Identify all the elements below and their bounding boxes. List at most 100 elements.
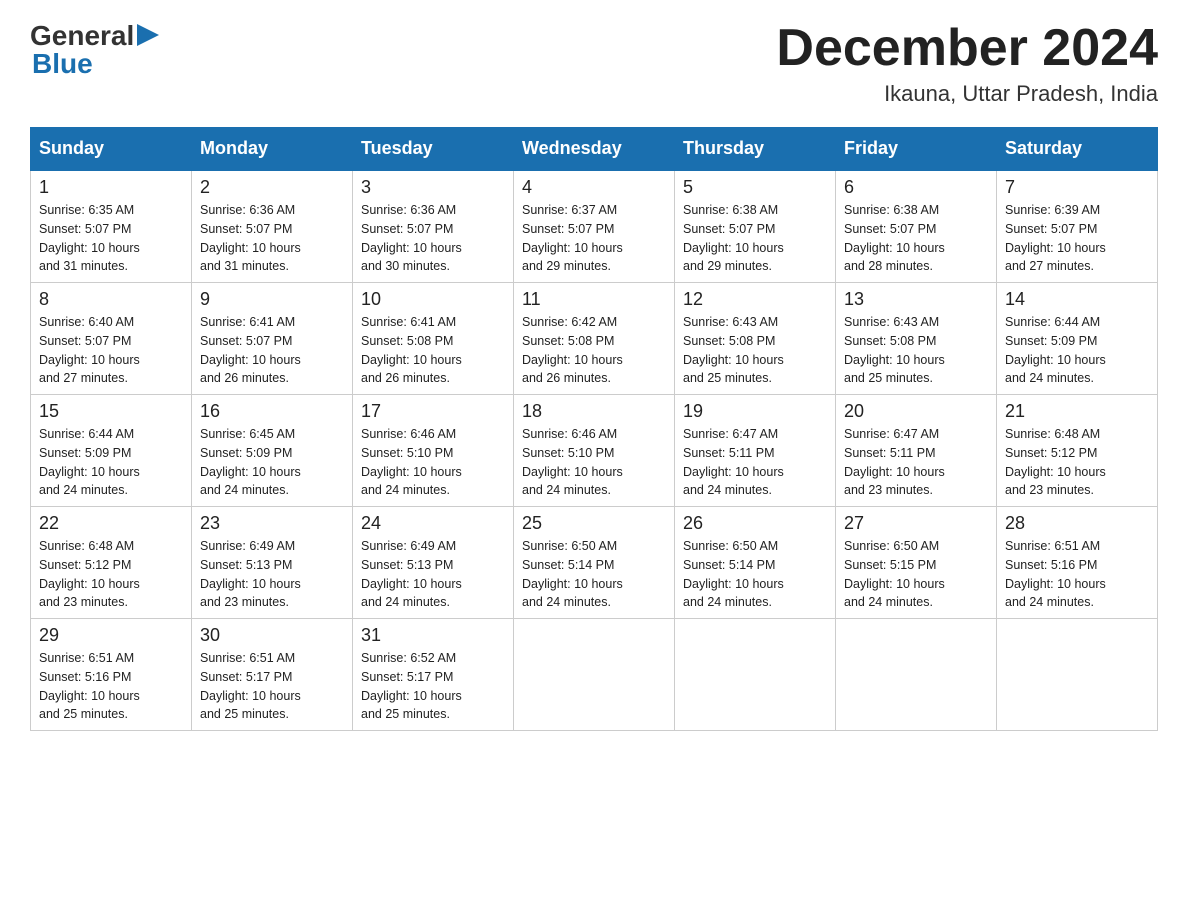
day-number: 17 xyxy=(361,401,505,422)
day-number: 4 xyxy=(522,177,666,198)
day-number: 7 xyxy=(1005,177,1149,198)
day-info: Sunrise: 6:49 AM Sunset: 5:13 PM Dayligh… xyxy=(200,537,344,612)
day-info: Sunrise: 6:38 AM Sunset: 5:07 PM Dayligh… xyxy=(683,201,827,276)
month-title: December 2024 xyxy=(776,20,1158,77)
day-number: 5 xyxy=(683,177,827,198)
calendar-cell: 12 Sunrise: 6:43 AM Sunset: 5:08 PM Dayl… xyxy=(675,283,836,395)
day-info: Sunrise: 6:50 AM Sunset: 5:14 PM Dayligh… xyxy=(683,537,827,612)
calendar-cell: 21 Sunrise: 6:48 AM Sunset: 5:12 PM Dayl… xyxy=(997,395,1158,507)
day-header-saturday: Saturday xyxy=(997,128,1158,171)
day-info: Sunrise: 6:50 AM Sunset: 5:14 PM Dayligh… xyxy=(522,537,666,612)
calendar-cell: 4 Sunrise: 6:37 AM Sunset: 5:07 PM Dayli… xyxy=(514,170,675,283)
day-info: Sunrise: 6:40 AM Sunset: 5:07 PM Dayligh… xyxy=(39,313,183,388)
calendar-cell: 3 Sunrise: 6:36 AM Sunset: 5:07 PM Dayli… xyxy=(353,170,514,283)
day-info: Sunrise: 6:51 AM Sunset: 5:16 PM Dayligh… xyxy=(39,649,183,724)
title-section: December 2024 Ikauna, Uttar Pradesh, Ind… xyxy=(776,20,1158,107)
page-header: General Blue December 2024 Ikauna, Uttar… xyxy=(30,20,1158,107)
calendar-cell: 31 Sunrise: 6:52 AM Sunset: 5:17 PM Dayl… xyxy=(353,619,514,731)
calendar-table: SundayMondayTuesdayWednesdayThursdayFrid… xyxy=(30,127,1158,731)
logo: General Blue xyxy=(30,20,159,80)
day-number: 20 xyxy=(844,401,988,422)
day-number: 11 xyxy=(522,289,666,310)
day-info: Sunrise: 6:48 AM Sunset: 5:12 PM Dayligh… xyxy=(1005,425,1149,500)
day-number: 9 xyxy=(200,289,344,310)
day-info: Sunrise: 6:35 AM Sunset: 5:07 PM Dayligh… xyxy=(39,201,183,276)
calendar-cell: 11 Sunrise: 6:42 AM Sunset: 5:08 PM Dayl… xyxy=(514,283,675,395)
day-header-sunday: Sunday xyxy=(31,128,192,171)
day-info: Sunrise: 6:51 AM Sunset: 5:17 PM Dayligh… xyxy=(200,649,344,724)
calendar-cell: 18 Sunrise: 6:46 AM Sunset: 5:10 PM Dayl… xyxy=(514,395,675,507)
logo-blue-text: Blue xyxy=(32,48,93,80)
day-number: 6 xyxy=(844,177,988,198)
day-number: 29 xyxy=(39,625,183,646)
day-number: 19 xyxy=(683,401,827,422)
day-info: Sunrise: 6:44 AM Sunset: 5:09 PM Dayligh… xyxy=(39,425,183,500)
day-number: 27 xyxy=(844,513,988,534)
calendar-cell: 6 Sunrise: 6:38 AM Sunset: 5:07 PM Dayli… xyxy=(836,170,997,283)
day-info: Sunrise: 6:37 AM Sunset: 5:07 PM Dayligh… xyxy=(522,201,666,276)
calendar-cell xyxy=(514,619,675,731)
day-info: Sunrise: 6:47 AM Sunset: 5:11 PM Dayligh… xyxy=(844,425,988,500)
calendar-cell: 25 Sunrise: 6:50 AM Sunset: 5:14 PM Dayl… xyxy=(514,507,675,619)
day-number: 1 xyxy=(39,177,183,198)
calendar-header-row: SundayMondayTuesdayWednesdayThursdayFrid… xyxy=(31,128,1158,171)
day-info: Sunrise: 6:36 AM Sunset: 5:07 PM Dayligh… xyxy=(200,201,344,276)
calendar-cell: 2 Sunrise: 6:36 AM Sunset: 5:07 PM Dayli… xyxy=(192,170,353,283)
calendar-week-3: 15 Sunrise: 6:44 AM Sunset: 5:09 PM Dayl… xyxy=(31,395,1158,507)
day-info: Sunrise: 6:43 AM Sunset: 5:08 PM Dayligh… xyxy=(683,313,827,388)
day-header-thursday: Thursday xyxy=(675,128,836,171)
calendar-cell: 17 Sunrise: 6:46 AM Sunset: 5:10 PM Dayl… xyxy=(353,395,514,507)
calendar-cell: 15 Sunrise: 6:44 AM Sunset: 5:09 PM Dayl… xyxy=(31,395,192,507)
calendar-cell: 13 Sunrise: 6:43 AM Sunset: 5:08 PM Dayl… xyxy=(836,283,997,395)
day-number: 24 xyxy=(361,513,505,534)
calendar-week-1: 1 Sunrise: 6:35 AM Sunset: 5:07 PM Dayli… xyxy=(31,170,1158,283)
day-info: Sunrise: 6:41 AM Sunset: 5:07 PM Dayligh… xyxy=(200,313,344,388)
calendar-cell: 9 Sunrise: 6:41 AM Sunset: 5:07 PM Dayli… xyxy=(192,283,353,395)
calendar-cell: 19 Sunrise: 6:47 AM Sunset: 5:11 PM Dayl… xyxy=(675,395,836,507)
day-header-wednesday: Wednesday xyxy=(514,128,675,171)
day-number: 21 xyxy=(1005,401,1149,422)
calendar-cell: 22 Sunrise: 6:48 AM Sunset: 5:12 PM Dayl… xyxy=(31,507,192,619)
calendar-cell: 28 Sunrise: 6:51 AM Sunset: 5:16 PM Dayl… xyxy=(997,507,1158,619)
calendar-cell xyxy=(836,619,997,731)
day-info: Sunrise: 6:50 AM Sunset: 5:15 PM Dayligh… xyxy=(844,537,988,612)
day-number: 13 xyxy=(844,289,988,310)
day-number: 16 xyxy=(200,401,344,422)
calendar-cell: 29 Sunrise: 6:51 AM Sunset: 5:16 PM Dayl… xyxy=(31,619,192,731)
day-info: Sunrise: 6:46 AM Sunset: 5:10 PM Dayligh… xyxy=(361,425,505,500)
day-info: Sunrise: 6:46 AM Sunset: 5:10 PM Dayligh… xyxy=(522,425,666,500)
calendar-cell: 27 Sunrise: 6:50 AM Sunset: 5:15 PM Dayl… xyxy=(836,507,997,619)
location-title: Ikauna, Uttar Pradesh, India xyxy=(776,81,1158,107)
day-number: 18 xyxy=(522,401,666,422)
day-number: 30 xyxy=(200,625,344,646)
day-info: Sunrise: 6:47 AM Sunset: 5:11 PM Dayligh… xyxy=(683,425,827,500)
day-info: Sunrise: 6:48 AM Sunset: 5:12 PM Dayligh… xyxy=(39,537,183,612)
day-number: 10 xyxy=(361,289,505,310)
day-header-friday: Friday xyxy=(836,128,997,171)
day-info: Sunrise: 6:51 AM Sunset: 5:16 PM Dayligh… xyxy=(1005,537,1149,612)
day-number: 23 xyxy=(200,513,344,534)
calendar-cell: 8 Sunrise: 6:40 AM Sunset: 5:07 PM Dayli… xyxy=(31,283,192,395)
day-info: Sunrise: 6:41 AM Sunset: 5:08 PM Dayligh… xyxy=(361,313,505,388)
day-info: Sunrise: 6:38 AM Sunset: 5:07 PM Dayligh… xyxy=(844,201,988,276)
day-info: Sunrise: 6:36 AM Sunset: 5:07 PM Dayligh… xyxy=(361,201,505,276)
calendar-cell xyxy=(997,619,1158,731)
calendar-cell: 7 Sunrise: 6:39 AM Sunset: 5:07 PM Dayli… xyxy=(997,170,1158,283)
calendar-cell: 23 Sunrise: 6:49 AM Sunset: 5:13 PM Dayl… xyxy=(192,507,353,619)
day-number: 26 xyxy=(683,513,827,534)
day-info: Sunrise: 6:45 AM Sunset: 5:09 PM Dayligh… xyxy=(200,425,344,500)
calendar-week-5: 29 Sunrise: 6:51 AM Sunset: 5:16 PM Dayl… xyxy=(31,619,1158,731)
calendar-cell: 14 Sunrise: 6:44 AM Sunset: 5:09 PM Dayl… xyxy=(997,283,1158,395)
day-info: Sunrise: 6:49 AM Sunset: 5:13 PM Dayligh… xyxy=(361,537,505,612)
calendar-cell: 1 Sunrise: 6:35 AM Sunset: 5:07 PM Dayli… xyxy=(31,170,192,283)
day-number: 28 xyxy=(1005,513,1149,534)
day-number: 22 xyxy=(39,513,183,534)
day-number: 15 xyxy=(39,401,183,422)
day-info: Sunrise: 6:42 AM Sunset: 5:08 PM Dayligh… xyxy=(522,313,666,388)
calendar-cell xyxy=(675,619,836,731)
day-number: 12 xyxy=(683,289,827,310)
day-info: Sunrise: 6:39 AM Sunset: 5:07 PM Dayligh… xyxy=(1005,201,1149,276)
calendar-cell: 16 Sunrise: 6:45 AM Sunset: 5:09 PM Dayl… xyxy=(192,395,353,507)
day-info: Sunrise: 6:43 AM Sunset: 5:08 PM Dayligh… xyxy=(844,313,988,388)
calendar-cell: 5 Sunrise: 6:38 AM Sunset: 5:07 PM Dayli… xyxy=(675,170,836,283)
